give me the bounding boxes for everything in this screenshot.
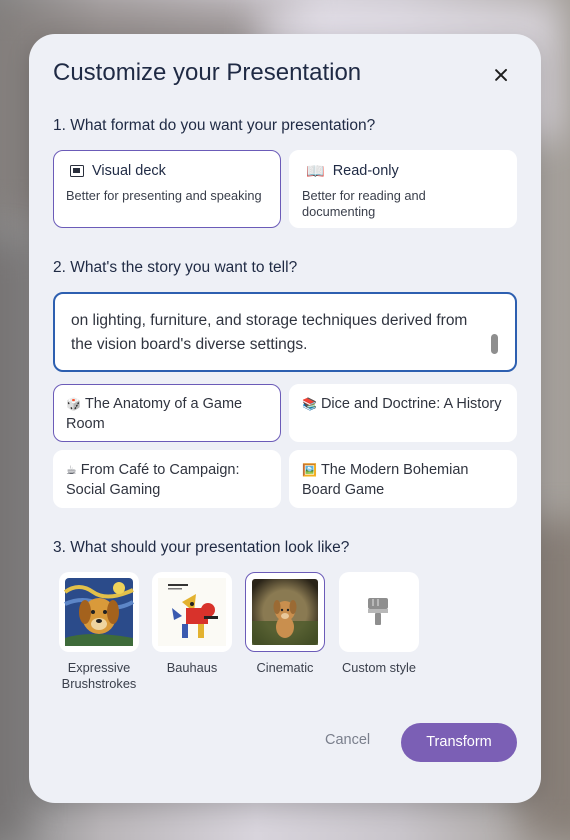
dialog-title: Customize your Presentation: [53, 59, 362, 86]
brushstroke-dog-thumbnail: [63, 578, 134, 646]
style-option-custom[interactable]: [339, 572, 419, 652]
style-option-cinematic[interactable]: [245, 572, 325, 652]
format-option-description: Better for reading and documenting: [302, 188, 426, 219]
style-label: Custom style: [342, 660, 416, 675]
story-input[interactable]: on lighting, furniture, and storage tech…: [53, 292, 517, 372]
suggestion-label: The Anatomy of a Game Room: [66, 396, 243, 432]
dice-icon: 🎲: [66, 397, 81, 411]
coffee-icon: ☕: [66, 463, 77, 477]
cancel-button[interactable]: Cancel: [325, 732, 370, 748]
close-icon[interactable]: [487, 61, 515, 89]
format-option-label: Visual deck: [92, 163, 166, 179]
format-option-visual-deck[interactable]: Visual deck Better for presenting and sp…: [53, 150, 281, 228]
suggestion-label: From Café to Campaign: Social Gaming: [66, 462, 240, 498]
slides-icon: [70, 165, 84, 177]
style-option-bauhaus[interactable]: [152, 572, 232, 652]
style-label: Bauhaus: [166, 660, 218, 675]
style-option-expressive-brushstrokes[interactable]: [59, 572, 139, 652]
suggestion-chip[interactable]: 🖼️ The Modern Bohemian Board Game: [289, 450, 517, 508]
format-option-label: Read-only: [332, 163, 399, 179]
paint-roller-icon: [368, 598, 388, 625]
books-icon: 📚: [302, 397, 317, 411]
format-question: 1. What format do you want your presenta…: [53, 117, 376, 134]
style-label: Expressive Brushstrokes: [61, 660, 137, 691]
transform-button[interactable]: Transform: [401, 723, 517, 762]
suggestion-chip[interactable]: 🎲 The Anatomy of a Game Room: [53, 384, 281, 442]
format-option-description: Better for presenting and speaking: [66, 188, 262, 203]
book-icon: 📖: [306, 162, 325, 180]
suggestion-label: Dice and Doctrine: A History: [320, 396, 502, 412]
cinematic-dog-thumbnail: [252, 579, 318, 645]
bauhaus-dog-thumbnail: [158, 578, 226, 646]
look-question: 3. What should your presentation look li…: [53, 539, 350, 556]
suggestion-label: The Modern Bohemian Board Game: [302, 462, 469, 498]
customize-dialog: Customize your Presentation 1. What form…: [29, 34, 541, 803]
framed-picture-icon: 🖼️: [302, 463, 317, 477]
scrollbar[interactable]: [491, 334, 498, 354]
style-label: Cinematic: [256, 660, 314, 675]
suggestion-chip[interactable]: ☕ From Café to Campaign: Social Gaming: [53, 450, 281, 508]
format-option-read-only[interactable]: 📖 Read-only Better for reading and docum…: [289, 150, 517, 228]
story-input-text[interactable]: on lighting, furniture, and storage tech…: [71, 309, 491, 357]
story-question: 2. What's the story you want to tell?: [53, 259, 298, 276]
suggestion-chip[interactable]: 📚 Dice and Doctrine: A History: [289, 384, 517, 442]
